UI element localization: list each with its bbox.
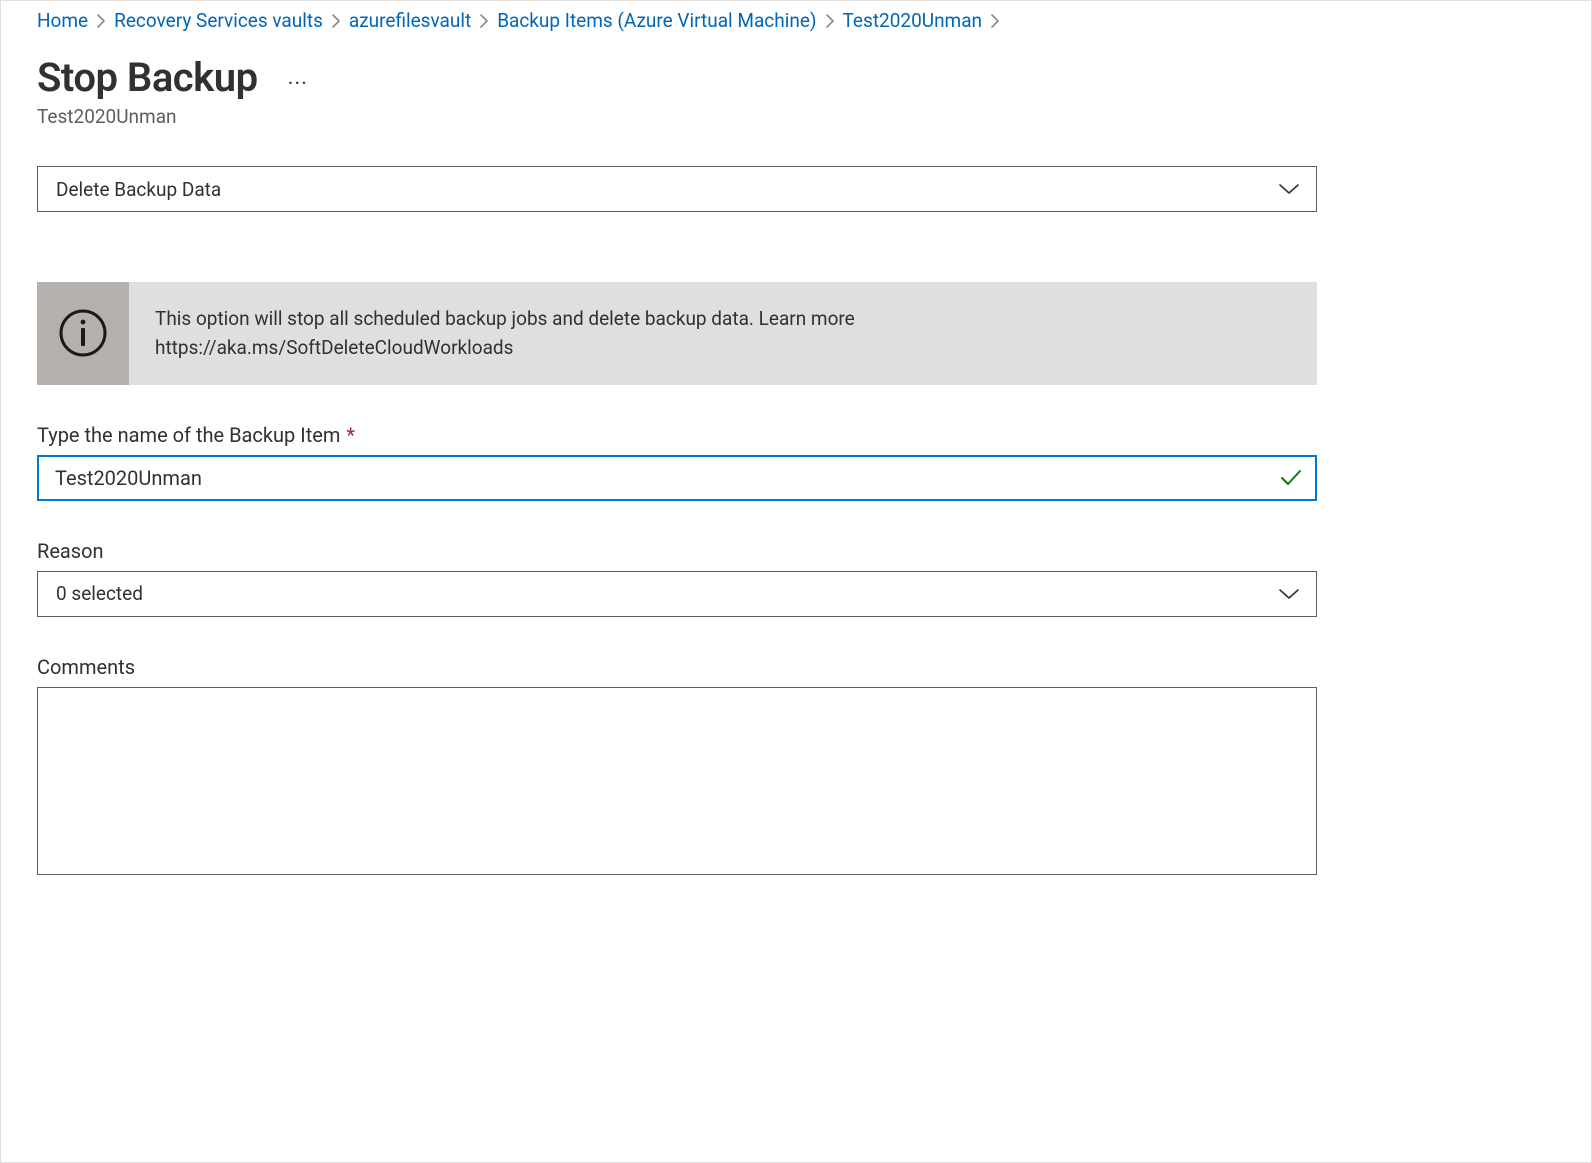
chevron-right-icon [96, 14, 106, 28]
backup-item-name-label: Type the name of the Backup Item* [37, 423, 1317, 447]
chevron-right-icon [479, 14, 489, 28]
required-indicator: * [346, 423, 355, 447]
info-banner-line1: This option will stop all scheduled back… [155, 307, 855, 330]
comments-label: Comments [37, 655, 1317, 679]
backup-action-select[interactable]: Delete Backup Data [37, 166, 1317, 212]
reason-select[interactable]: 0 selected [37, 571, 1317, 617]
reason-label: Reason [37, 539, 1317, 563]
info-icon [37, 282, 129, 385]
breadcrumb-link-home[interactable]: Home [37, 9, 88, 32]
breadcrumb-link-vault[interactable]: azurefilesvault [349, 9, 471, 32]
backup-action-value: Delete Backup Data [56, 178, 221, 201]
breadcrumb-link-backup-items[interactable]: Backup Items (Azure Virtual Machine) [497, 9, 816, 32]
breadcrumb-link-item[interactable]: Test2020Unman [843, 9, 983, 32]
backup-item-name-input[interactable] [37, 455, 1317, 501]
reason-value: 0 selected [56, 582, 143, 605]
more-actions-button[interactable]: ··· [288, 60, 308, 96]
chevron-right-icon [990, 14, 1000, 28]
page-subtitle: Test2020Unman [37, 105, 1555, 128]
page-title: Stop Backup [37, 54, 258, 101]
breadcrumb: Home Recovery Services vaults azurefiles… [1, 1, 1591, 36]
chevron-right-icon [331, 14, 341, 28]
info-banner-link[interactable]: https://aka.ms/SoftDeleteCloudWorkloads [155, 336, 513, 359]
breadcrumb-link-recovery-services-vaults[interactable]: Recovery Services vaults [114, 9, 323, 32]
chevron-right-icon [825, 14, 835, 28]
chevron-down-icon [1278, 587, 1300, 601]
chevron-down-icon [1278, 182, 1300, 196]
comments-textarea[interactable] [37, 687, 1317, 875]
info-banner: This option will stop all scheduled back… [37, 282, 1317, 385]
